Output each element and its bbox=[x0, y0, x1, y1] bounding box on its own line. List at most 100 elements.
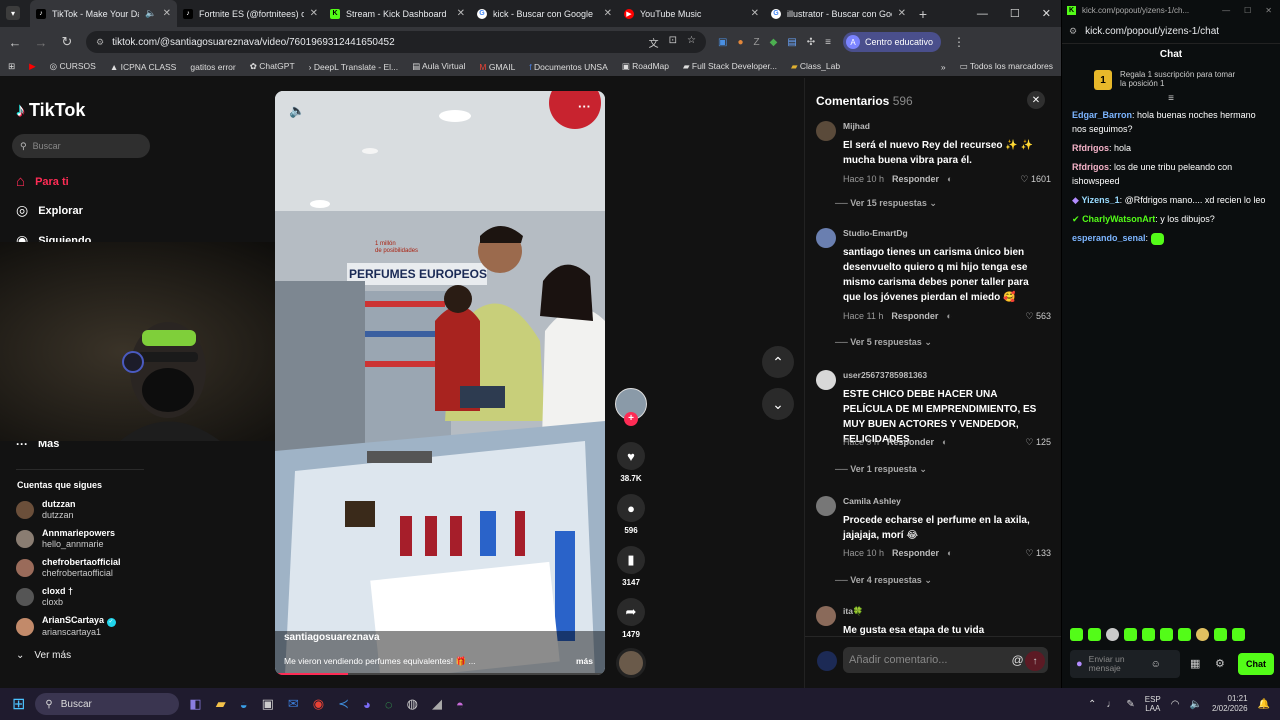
extensions-puzzle-icon[interactable]: ✣ bbox=[807, 37, 815, 48]
previous-video-button[interactable]: ⌃ bbox=[762, 346, 794, 378]
nav-explorar[interactable]: ◎ Explorar bbox=[16, 202, 83, 219]
following-item[interactable]: dutzzan dutzzan bbox=[16, 499, 76, 521]
reading-list-icon[interactable]: ≡ bbox=[825, 37, 831, 48]
mention-icon[interactable]: @ bbox=[1012, 653, 1024, 667]
microphone-icon[interactable]: ● bbox=[1076, 658, 1083, 670]
comment-user[interactable]: user25673785981363 bbox=[843, 370, 927, 380]
sound-disc-button[interactable] bbox=[615, 648, 647, 678]
translate-icon[interactable]: 文 bbox=[649, 35, 659, 50]
tab-fortnite[interactable]: ♪ Fortnite ES (@fortnitees) of... ✕ bbox=[177, 0, 324, 27]
save-button[interactable]: ▮ 3147 bbox=[615, 546, 647, 587]
tiktok-logo[interactable]: ♪ TikTok bbox=[16, 100, 85, 121]
caption-more-link[interactable]: más bbox=[576, 656, 593, 666]
settings-gear-icon[interactable]: ⚙ bbox=[1215, 657, 1225, 670]
share-button[interactable]: ➦ 1479 bbox=[615, 598, 647, 639]
comment-like-button[interactable]: ♡ 125 bbox=[1025, 437, 1051, 448]
maximize-icon[interactable]: ☐ bbox=[1010, 7, 1020, 20]
windows-start-icon[interactable]: ⊞ bbox=[12, 694, 25, 714]
tab-search-icon[interactable]: ▾ bbox=[6, 6, 20, 20]
emoji-icon[interactable]: ☺ bbox=[1151, 659, 1161, 670]
close-window-icon[interactable]: ✕ bbox=[1265, 6, 1272, 15]
reload-icon[interactable]: ↻ bbox=[60, 34, 74, 50]
all-bookmarks[interactable]: ▭ Todos los marcadores bbox=[960, 61, 1053, 72]
close-tab-icon[interactable]: ✕ bbox=[163, 8, 171, 19]
comment-input[interactable]: Añadir comentario... @ ☺ bbox=[843, 647, 1048, 673]
comment-button[interactable]: ● 596 bbox=[615, 494, 647, 535]
discord-icon[interactable]: ◕ bbox=[363, 697, 371, 712]
send-chat-button[interactable]: Chat bbox=[1238, 653, 1274, 675]
view-replies-button[interactable]: ── Ver 5 respuestas ⌄ bbox=[835, 337, 932, 348]
chat-username[interactable]: Yizens_1 bbox=[1081, 195, 1119, 205]
like-button[interactable]: ♥ 38.7K bbox=[615, 442, 647, 483]
wifi-icon[interactable]: ◠ bbox=[1171, 699, 1180, 710]
close-window-icon[interactable]: ✕ bbox=[1042, 7, 1051, 20]
bookmark-item[interactable]: M GMAIL bbox=[479, 62, 515, 72]
edge-icon[interactable]: ◒ bbox=[240, 697, 248, 712]
avatar[interactable] bbox=[816, 121, 836, 141]
emote-icon[interactable] bbox=[1160, 628, 1173, 641]
tab-tiktok[interactable]: ♪ TikTok - Make Your Day 🔈 ✕ bbox=[30, 0, 177, 27]
pen-icon[interactable]: ✎ bbox=[1126, 699, 1134, 710]
extension-off-icon[interactable]: ▤ bbox=[787, 37, 796, 48]
tab-youtube-music[interactable]: ▶ YouTube Music ✕ bbox=[618, 0, 765, 27]
emote-icon[interactable] bbox=[1088, 628, 1101, 641]
notification-bell-icon[interactable]: 🔔 bbox=[1258, 699, 1270, 710]
comment-user[interactable]: ita🍀 bbox=[843, 606, 864, 617]
video-author[interactable]: santiagosuareznava bbox=[284, 632, 380, 643]
forward-icon[interactable]: → bbox=[34, 35, 48, 50]
comment-like-button[interactable]: ♡ 1601 bbox=[1020, 174, 1051, 185]
close-tab-icon[interactable]: ✕ bbox=[457, 8, 465, 19]
following-item[interactable]: cloxd † cloxb bbox=[16, 586, 73, 608]
emote-icon[interactable] bbox=[1124, 628, 1137, 641]
extension-z-icon[interactable]: Z bbox=[754, 37, 760, 48]
chat-username[interactable]: Rfdrigos bbox=[1072, 162, 1109, 172]
avatar[interactable] bbox=[816, 606, 836, 626]
chrome-icon[interactable]: ◉ bbox=[313, 696, 324, 712]
extension-shield-icon[interactable]: ◆ bbox=[770, 37, 778, 48]
chat-username[interactable]: Edgar_Barron bbox=[1072, 110, 1132, 120]
close-tab-icon[interactable]: ✕ bbox=[604, 8, 612, 19]
emote-icon[interactable] bbox=[1214, 628, 1227, 641]
store-icon[interactable]: ▦ bbox=[1190, 657, 1200, 670]
tab-google-illustrator[interactable]: G illustrator - Buscar con Goo... ✕ bbox=[765, 0, 912, 27]
minimize-icon[interactable]: — bbox=[977, 8, 988, 20]
back-icon[interactable]: ← bbox=[8, 35, 22, 50]
github-icon[interactable]: ◍ bbox=[407, 696, 418, 712]
bookmark-youtube-icon[interactable]: ▶ bbox=[29, 61, 36, 72]
chat-message-input[interactable]: ● Enviar un mensaje ☺ bbox=[1070, 650, 1180, 678]
chat-username[interactable]: CharlyWatsonArt bbox=[1082, 214, 1155, 224]
store-icon[interactable]: ▣ bbox=[262, 696, 274, 712]
chat-username[interactable]: esperando_senal bbox=[1072, 233, 1146, 243]
emote-icon[interactable] bbox=[1178, 628, 1191, 641]
view-replies-button[interactable]: ── Ver 1 respuesta ⌄ bbox=[835, 464, 927, 475]
bookmark-item[interactable]: ▤ Aula Virtual bbox=[412, 61, 465, 72]
outlook-icon[interactable]: ✉ bbox=[288, 696, 299, 712]
taskbar-search[interactable]: ⚲ Buscar bbox=[35, 693, 180, 715]
nav-para-ti[interactable]: ⌂ Para ti bbox=[16, 173, 69, 190]
reply-button[interactable]: Responder bbox=[891, 311, 938, 322]
vscode-icon[interactable]: ≺ bbox=[338, 696, 349, 712]
file-explorer-icon[interactable]: ▰ bbox=[216, 696, 226, 712]
star-icon[interactable]: ☆ bbox=[687, 35, 696, 50]
following-item[interactable]: Annmariepowers hello_annmarie bbox=[16, 528, 115, 550]
maximize-icon[interactable]: ☐ bbox=[1244, 6, 1251, 15]
extension-translate-icon[interactable]: ▣ bbox=[718, 37, 727, 48]
bookmark-item[interactable]: › DeepL Translate - El... bbox=[309, 62, 398, 72]
bookmark-item[interactable]: f Documentos UNSA bbox=[529, 62, 607, 72]
avatar[interactable] bbox=[816, 370, 836, 390]
progress-track[interactable] bbox=[275, 673, 605, 675]
tray-chevron-icon[interactable]: ⌃ bbox=[1088, 699, 1096, 710]
close-tab-icon[interactable]: ✕ bbox=[898, 8, 906, 19]
video-player[interactable]: 🔈 ··· PERFUMES EUROPEOS 1 millón de posi… bbox=[275, 91, 605, 675]
comment-user[interactable]: Camila Ashley bbox=[843, 496, 901, 506]
bookmark-item[interactable]: ▰ Class_Lab bbox=[791, 61, 840, 72]
reply-button[interactable]: Responder bbox=[887, 437, 934, 448]
comment-user[interactable]: Mijhad bbox=[843, 121, 870, 131]
search-input[interactable]: ⚲ Buscar bbox=[12, 134, 150, 158]
bookmark-item[interactable]: ▰ Full Stack Developer... bbox=[683, 61, 777, 72]
emote-icon[interactable] bbox=[1232, 628, 1245, 641]
chat-username[interactable]: Rfdrigos bbox=[1072, 143, 1109, 153]
reply-button[interactable]: Responder bbox=[892, 174, 939, 185]
app-icon[interactable]: ◓ bbox=[456, 697, 464, 712]
app-icon[interactable]: ◢ bbox=[432, 696, 442, 712]
